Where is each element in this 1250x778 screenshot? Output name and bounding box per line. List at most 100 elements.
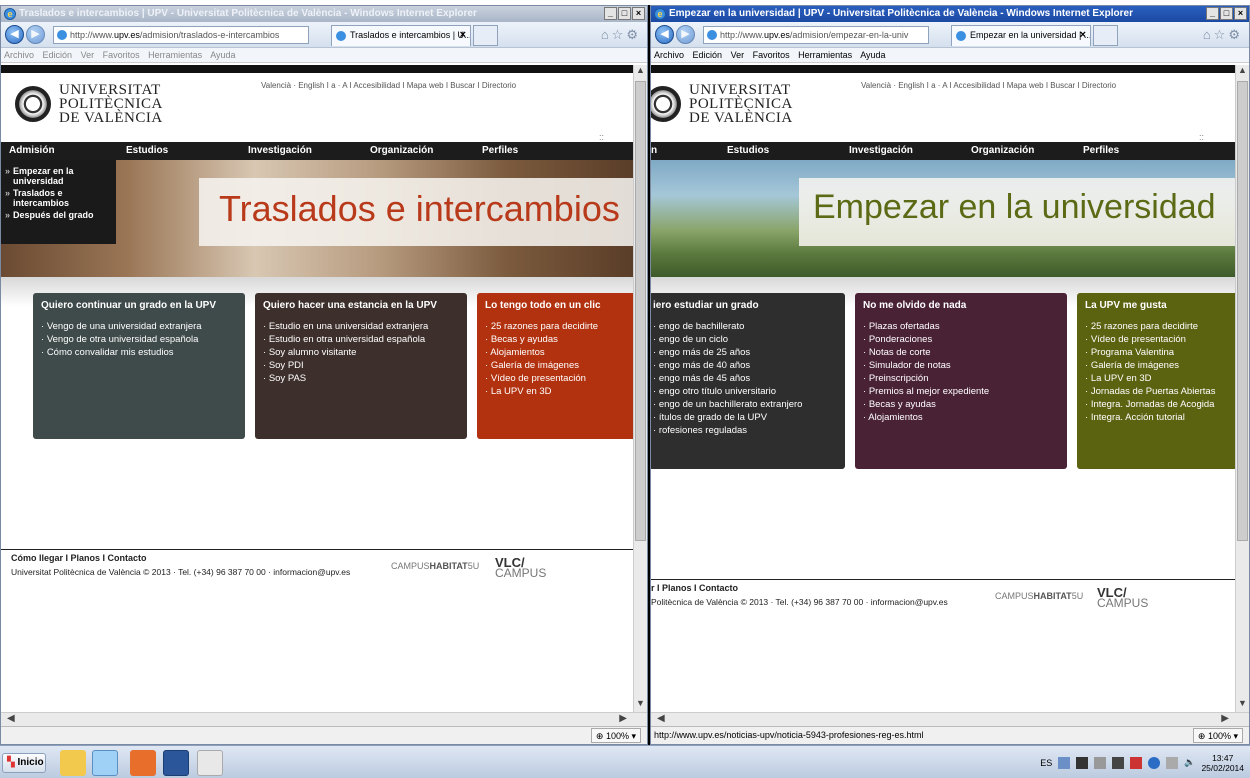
vertical-scrollbar[interactable]: ▲ ▼ — [633, 65, 647, 712]
card-link[interactable]: Becas y ayudas — [485, 333, 629, 346]
menu-favoritos[interactable]: Favoritos — [103, 50, 140, 60]
close-tab-icon[interactable]: × — [1080, 26, 1086, 45]
tray-icon-flag[interactable] — [1094, 756, 1107, 769]
tray-icon-info[interactable] — [1148, 756, 1161, 769]
card-link[interactable]: Programa Valentina — [1085, 346, 1231, 359]
card-link[interactable]: Galería de imágenes — [1085, 359, 1231, 372]
card-link[interactable]: Vídeo de presentación — [485, 372, 629, 385]
menu-favoritos[interactable]: Favoritos — [753, 50, 790, 60]
menu-archivo[interactable]: Archivo — [4, 50, 34, 60]
nav-investigacion[interactable]: Investigación — [841, 142, 963, 160]
nav-estudios[interactable]: Estudios — [118, 142, 240, 160]
horizontal-scrollbar[interactable]: ◀ ▶ — [1, 712, 647, 726]
new-tab-button[interactable] — [473, 25, 498, 46]
media-player-icon[interactable] — [130, 750, 156, 776]
scroll-thumb[interactable] — [635, 81, 646, 541]
word-icon[interactable] — [163, 750, 189, 776]
forward-icon[interactable]: ▶ — [676, 25, 695, 44]
card-link[interactable]: engo de bachillerato — [653, 320, 837, 333]
java-icon[interactable] — [197, 750, 223, 776]
browser-window-right[interactable]: e Empezar en la universidad | UPV - Univ… — [650, 5, 1250, 745]
nav-organizacion[interactable]: Organización — [362, 142, 474, 160]
vertical-scrollbar[interactable]: ▲ ▼ — [1235, 65, 1249, 712]
tray-icon-monitor[interactable] — [1076, 756, 1089, 769]
card-link[interactable]: Galería de imágenes — [485, 359, 629, 372]
card-link[interactable]: Simulador de notas — [863, 359, 1059, 372]
clock[interactable]: 13:47 25/02/2014 — [1201, 753, 1244, 773]
card-link[interactable]: engo más de 25 años — [653, 346, 837, 359]
address-bar[interactable]: http://www.upv.es/admision/empezar-en-la… — [703, 26, 929, 44]
menu-herramientas[interactable]: Herramientas — [798, 50, 852, 60]
card-link[interactable]: Alojamientos — [485, 346, 629, 359]
upv-logo[interactable]: UNIVERSITAT POLITÈCNICA DE VALÈNCIA — [651, 83, 793, 126]
upv-logo[interactable]: UNIVERSITAT POLITÈCNICA DE VALÈNCIA — [15, 83, 163, 126]
minimize-button[interactable]: _ — [604, 7, 617, 20]
menu-edicion[interactable]: Edición — [43, 50, 73, 60]
address-bar[interactable]: http://www.upv.es/admision/traslados-e-i… — [53, 26, 309, 44]
scroll-left-icon[interactable]: ◀ — [657, 713, 665, 724]
menu-herramientas[interactable]: Herramientas — [148, 50, 202, 60]
minimize-button[interactable]: _ — [1206, 7, 1219, 20]
scroll-thumb[interactable] — [1237, 81, 1248, 541]
home-star-gear-icons[interactable]: ⌂☆⚙ — [1203, 27, 1243, 43]
nav-admision[interactable]: n — [651, 142, 719, 160]
card-link[interactable]: Estudio en otra universidad española — [263, 333, 459, 346]
scroll-down-icon[interactable]: ▼ — [634, 698, 647, 712]
browser-tab[interactable]: Traslados e intercambios | U... × — [331, 25, 471, 46]
submenu-traslados[interactable]: Traslados e intercambios — [5, 188, 112, 208]
close-button[interactable]: × — [1234, 7, 1247, 20]
card-link[interactable]: engo más de 40 años — [653, 359, 837, 372]
scroll-down-icon[interactable]: ▼ — [1236, 698, 1249, 712]
menu-ver[interactable]: Ver — [81, 50, 95, 60]
zoom-control[interactable]: ⊕ 100% ▾ — [1192, 728, 1243, 743]
card-link[interactable]: Vídeo de presentación — [1085, 333, 1231, 346]
menu-ayuda[interactable]: Ayuda — [210, 50, 235, 60]
close-tab-icon[interactable]: × — [460, 26, 466, 45]
card-link[interactable]: Integra. Acción tutorial — [1085, 411, 1231, 424]
title-bar[interactable]: e Empezar en la universidad | UPV - Univ… — [651, 6, 1249, 22]
new-tab-button[interactable] — [1093, 25, 1118, 46]
card-link[interactable]: Integra. Jornadas de Acogida — [1085, 398, 1231, 411]
browser-tab[interactable]: Empezar en la universidad | ... × — [951, 25, 1091, 46]
card-link[interactable]: Soy PDI — [263, 359, 459, 372]
card-link[interactable]: La UPV en 3D — [485, 385, 629, 398]
card-link[interactable]: La UPV en 3D — [1085, 372, 1231, 385]
card-link[interactable]: Notas de corte — [863, 346, 1059, 359]
forward-icon[interactable]: ▶ — [26, 25, 45, 44]
card-link[interactable]: engo otro título universitario — [653, 385, 837, 398]
back-icon[interactable]: ◀ — [5, 25, 24, 44]
scroll-left-icon[interactable]: ◀ — [7, 713, 15, 724]
footer-links[interactable]: Cómo llegar I Planos I Contacto — [11, 553, 147, 563]
menu-ver[interactable]: Ver — [731, 50, 745, 60]
card-link[interactable]: engo más de 45 años — [653, 372, 837, 385]
card-link[interactable]: Soy PAS — [263, 372, 459, 385]
nav-estudios[interactable]: Estudios — [719, 142, 841, 160]
card-link[interactable]: 25 razones para decidirte — [485, 320, 629, 333]
card-link[interactable]: Vengo de una universidad extranjera — [41, 320, 237, 333]
scroll-up-icon[interactable]: ▲ — [634, 65, 647, 79]
tray-icon-network[interactable] — [1058, 756, 1071, 769]
submenu-empezar[interactable]: Empezar en la universidad — [5, 166, 112, 186]
language-indicator[interactable]: ES — [1040, 758, 1052, 768]
home-star-gear-icons[interactable]: ⌂☆⚙ — [601, 27, 641, 43]
nav-investigacion[interactable]: Investigación — [240, 142, 362, 160]
nav-perfiles[interactable]: Perfiles — [474, 142, 574, 160]
menu-ayuda[interactable]: Ayuda — [860, 50, 885, 60]
card-link[interactable]: 25 razones para decidirte — [1085, 320, 1231, 333]
card-link[interactable]: Becas y ayudas — [863, 398, 1059, 411]
footer-links[interactable]: r I Planos I Contacto — [651, 583, 738, 593]
card-link[interactable]: Ponderaciones — [863, 333, 1059, 346]
card-link[interactable]: engo de un bachillerato extranjero — [653, 398, 837, 411]
utility-links[interactable]: Valencià · English I a · A I Accesibilid… — [261, 81, 516, 90]
tray-icon-display[interactable] — [1112, 756, 1125, 769]
card-link[interactable]: ítulos de grado de la UPV — [653, 411, 837, 424]
card-link[interactable]: engo de un ciclo — [653, 333, 837, 346]
scroll-up-icon[interactable]: ▲ — [1236, 65, 1249, 79]
card-link[interactable]: Preinscripción — [863, 372, 1059, 385]
card-link[interactable]: Estudio en una universidad extranjera — [263, 320, 459, 333]
card-link[interactable]: Vengo de otra universidad española — [41, 333, 237, 346]
card-link[interactable]: Cómo convalidar mis estudios — [41, 346, 237, 359]
maximize-button[interactable]: □ — [618, 7, 631, 20]
card-link[interactable]: Premios al mejor expediente — [863, 385, 1059, 398]
start-button[interactable]: ▚ Inicio — [2, 753, 46, 773]
